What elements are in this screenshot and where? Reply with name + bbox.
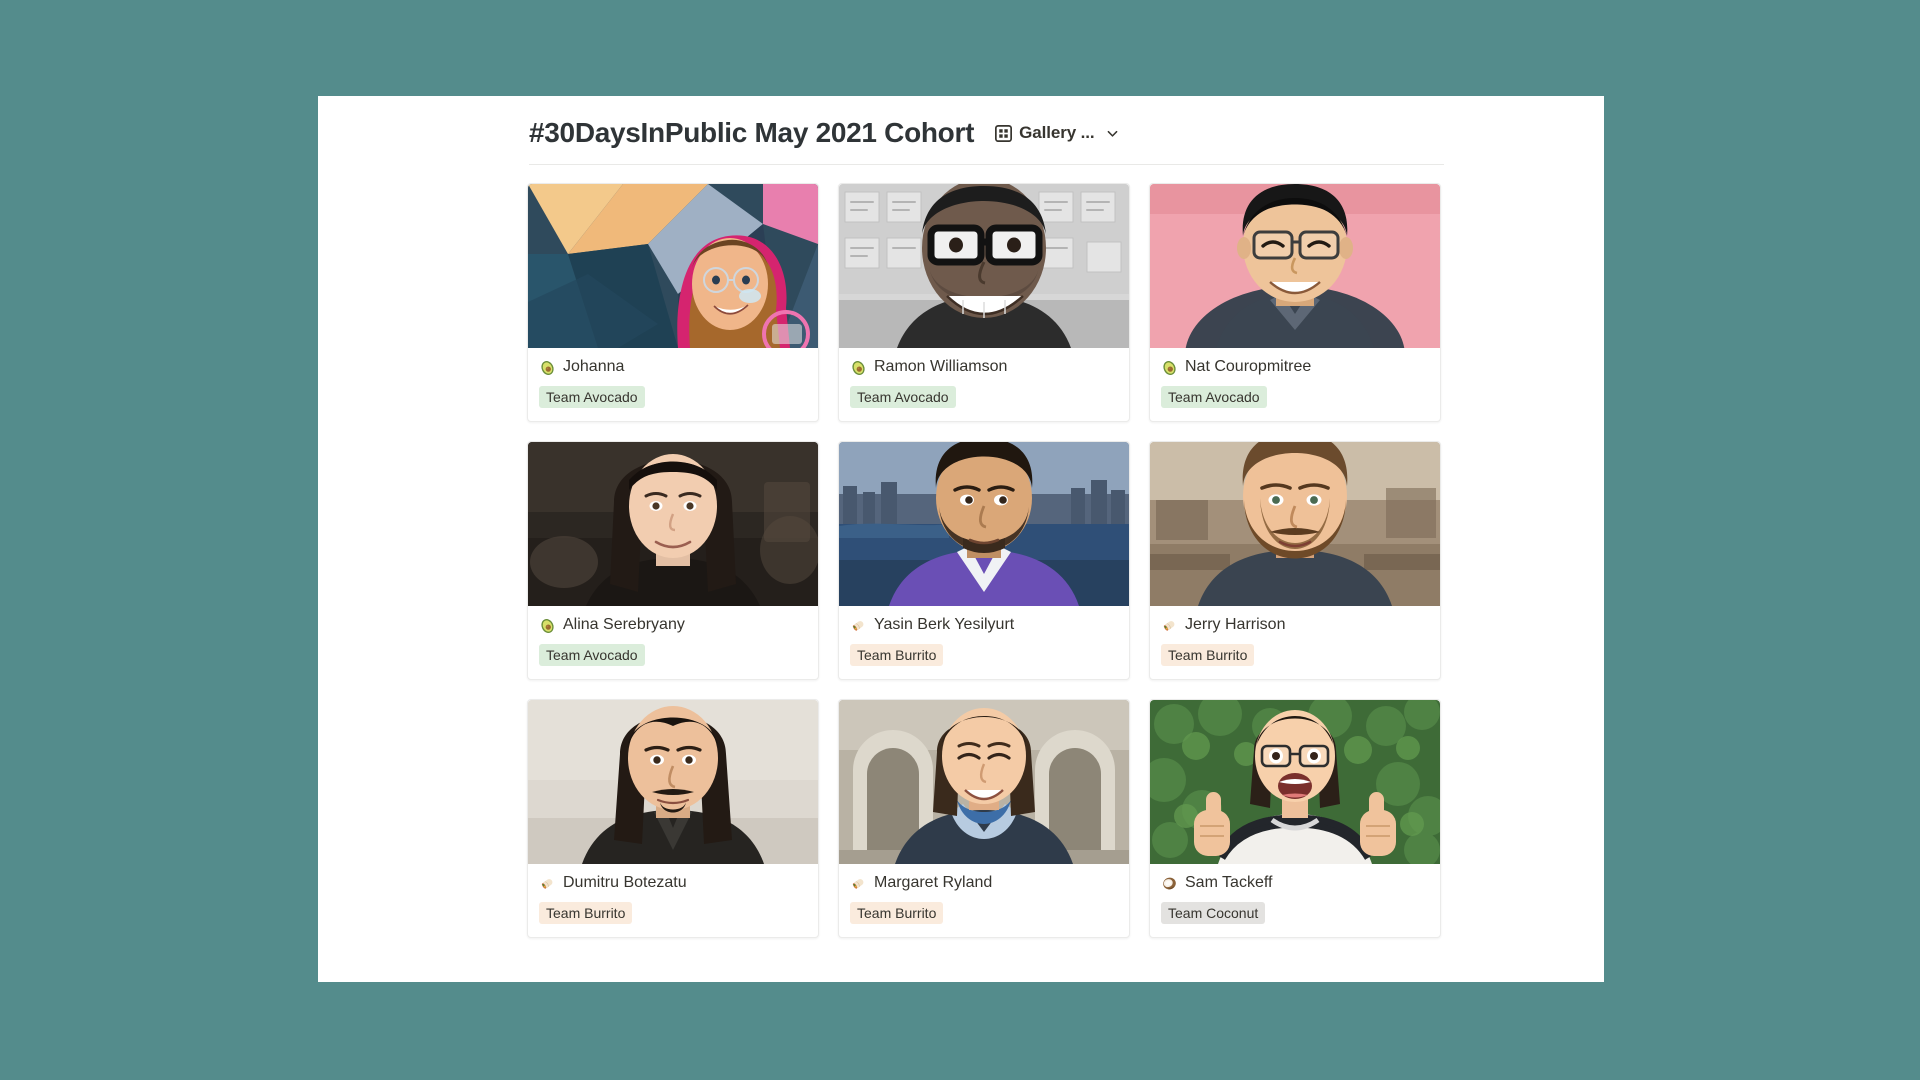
card-person-name: Ramon Williamson — [874, 358, 1008, 375]
card-person-name: Yasin Berk Yesilyurt — [874, 616, 1015, 633]
grid-icon — [995, 124, 1013, 142]
card-team-tag[interactable]: Team Burrito — [850, 902, 944, 924]
burrito-icon — [850, 617, 867, 634]
notion-page-panel: #30DaysInPublic May 2021 Cohort Gallery … — [318, 96, 1604, 982]
avocado-icon — [850, 359, 867, 376]
burrito-icon — [539, 875, 556, 892]
card-body: Alina Serebryany Team Avocado — [528, 606, 818, 679]
card-person-name: Dumitru Botezatu — [563, 874, 687, 891]
gallery-card[interactable]: Sam Tackeff Team Coconut — [1149, 699, 1441, 938]
gallery-card[interactable]: Dumitru Botezatu Team Burrito — [527, 699, 819, 938]
card-team-tag[interactable]: Team Avocado — [539, 386, 645, 408]
card-body: Dumitru Botezatu Team Burrito — [528, 864, 818, 937]
card-title-row: Ramon Williamson — [850, 357, 1118, 377]
card-team-tag[interactable]: Team Burrito — [1161, 644, 1255, 666]
card-person-name: Johanna — [563, 358, 625, 375]
card-person-name: Jerry Harrison — [1185, 616, 1286, 633]
card-person-name: Sam Tackeff — [1185, 874, 1273, 891]
card-person-name: Margaret Ryland — [874, 874, 993, 891]
chevron-down-icon — [1102, 127, 1119, 140]
gallery-card[interactable]: Jerry Harrison Team Burrito — [1149, 441, 1441, 680]
card-title-row: Sam Tackeff — [1161, 873, 1429, 893]
card-person-name: Nat Couropmitree — [1185, 358, 1312, 375]
card-body: Sam Tackeff Team Coconut — [1150, 864, 1440, 937]
gallery-card[interactable]: Johanna Team Avocado — [527, 183, 819, 422]
card-photo — [839, 700, 1129, 864]
burrito-icon — [850, 875, 867, 892]
avocado-icon — [1161, 359, 1178, 376]
card-title-row: Johanna — [539, 357, 807, 377]
header-divider — [529, 164, 1444, 165]
gallery-card[interactable]: Ramon Williamson Team Avocado — [838, 183, 1130, 422]
card-team-tag[interactable]: Team Avocado — [1161, 386, 1267, 408]
gallery-card[interactable]: Margaret Ryland Team Burrito — [838, 699, 1130, 938]
view-switcher-label: Gallery ... — [1019, 123, 1095, 142]
gallery-grid: Johanna Team Avocado Ramon Williamson Team … — [527, 183, 1446, 938]
card-photo — [839, 184, 1129, 348]
gallery-card[interactable]: Nat Couropmitree Team Avocado — [1149, 183, 1441, 422]
page-title: #30DaysInPublic May 2021 Cohort — [529, 117, 975, 148]
card-photo — [1150, 442, 1440, 606]
card-title-row: Yasin Berk Yesilyurt — [850, 615, 1118, 635]
card-photo — [1150, 700, 1440, 864]
card-title-row: Jerry Harrison — [1161, 615, 1429, 635]
card-photo — [528, 184, 818, 348]
card-body: Ramon Williamson Team Avocado — [839, 348, 1129, 421]
card-team-tag[interactable]: Team Burrito — [850, 644, 944, 666]
card-team-tag[interactable]: Team Avocado — [850, 386, 956, 408]
card-photo — [1150, 184, 1440, 348]
coconut-icon — [1161, 875, 1178, 892]
card-body: Yasin Berk Yesilyurt Team Burrito — [839, 606, 1129, 679]
gallery-card[interactable]: Alina Serebryany Team Avocado — [527, 441, 819, 680]
avocado-icon — [539, 359, 556, 376]
burrito-icon — [1161, 617, 1178, 634]
card-body: Nat Couropmitree Team Avocado — [1150, 348, 1440, 421]
card-photo — [528, 700, 818, 864]
card-person-name: Alina Serebryany — [563, 616, 685, 633]
card-title-row: Nat Couropmitree — [1161, 357, 1429, 377]
card-body: Margaret Ryland Team Burrito — [839, 864, 1129, 937]
gallery-card[interactable]: Yasin Berk Yesilyurt Team Burrito — [838, 441, 1130, 680]
card-body: Jerry Harrison Team Burrito — [1150, 606, 1440, 679]
avocado-icon — [539, 617, 556, 634]
card-title-row: Alina Serebryany — [539, 615, 807, 635]
card-team-tag[interactable]: Team Coconut — [1161, 902, 1266, 924]
view-switcher-button[interactable]: Gallery ... — [991, 120, 1122, 146]
card-title-row: Margaret Ryland — [850, 873, 1118, 893]
card-team-tag[interactable]: Team Burrito — [539, 902, 633, 924]
card-photo — [839, 442, 1129, 606]
page-header: #30DaysInPublic May 2021 Cohort Gallery … — [529, 106, 1444, 160]
card-body: Johanna Team Avocado — [528, 348, 818, 421]
card-title-row: Dumitru Botezatu — [539, 873, 807, 893]
card-team-tag[interactable]: Team Avocado — [539, 644, 645, 666]
card-photo — [528, 442, 818, 606]
